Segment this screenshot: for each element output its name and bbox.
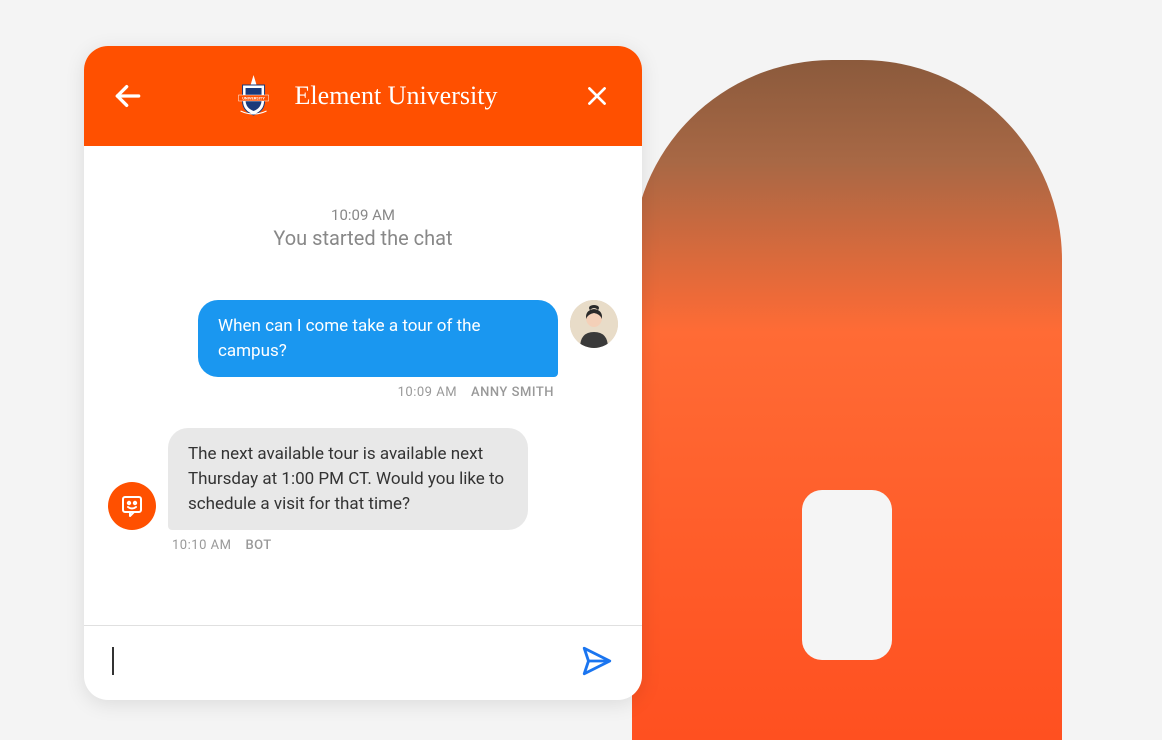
send-icon: [580, 644, 614, 678]
chat-header: UNIVERSITY Element University: [84, 46, 642, 146]
svg-text:UNIVERSITY: UNIVERSITY: [242, 96, 265, 101]
arrow-left-icon: [112, 80, 144, 112]
bot-avatar: [108, 482, 156, 530]
message-meta: 10:10 AM BOT: [108, 538, 618, 553]
close-button[interactable]: [584, 83, 610, 109]
chat-body: 10:09 AM You started the chat When can I…: [84, 146, 642, 625]
message-input[interactable]: [130, 651, 564, 672]
message-time: 10:10 AM: [172, 538, 231, 553]
user-message-bubble: When can I come take a tour of the campu…: [198, 300, 558, 377]
chat-title: Element University: [295, 81, 498, 111]
university-crest-icon: UNIVERSITY: [229, 71, 279, 121]
message-meta: 10:09 AM ANNY SMITH: [108, 385, 618, 400]
message-row: The next available tour is available nex…: [108, 428, 618, 530]
chat-start-time: 10:09 AM: [108, 206, 618, 224]
message-row: When can I come take a tour of the campu…: [108, 300, 618, 377]
header-logo-area: UNIVERSITY Element University: [229, 71, 498, 121]
send-button[interactable]: [580, 644, 614, 678]
chat-start-notice: 10:09 AM You started the chat: [108, 206, 618, 250]
chat-input-area: [84, 625, 642, 700]
user-avatar: [570, 300, 618, 348]
bot-icon: [118, 492, 146, 520]
phone-shape: [802, 490, 892, 660]
bot-message-bubble: The next available tour is available nex…: [168, 428, 528, 530]
chat-start-text: You started the chat: [108, 226, 618, 250]
chat-widget: UNIVERSITY Element University 10:09 AM Y…: [84, 46, 642, 700]
person-photo: [632, 60, 1062, 740]
input-cursor: [112, 647, 114, 675]
close-icon: [584, 83, 610, 109]
message-time: 10:09 AM: [398, 385, 457, 400]
message-author: BOT: [245, 538, 271, 553]
back-button[interactable]: [112, 80, 144, 112]
message-author: ANNY SMITH: [471, 385, 554, 400]
